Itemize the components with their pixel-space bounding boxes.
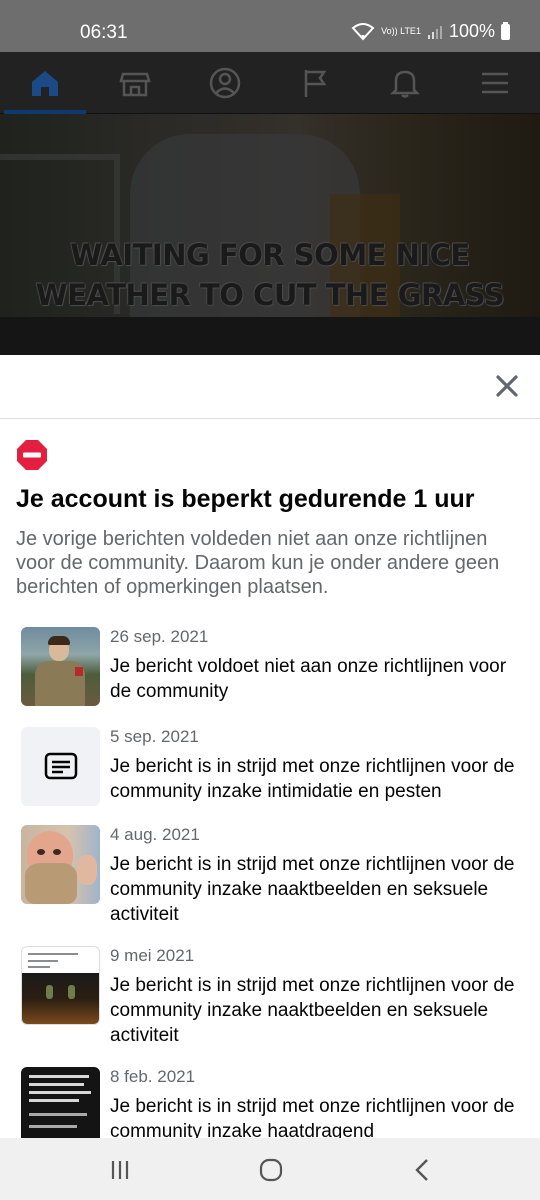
wifi-icon: [351, 22, 375, 40]
system-home-button[interactable]: [257, 1156, 285, 1184]
profile-icon: [209, 67, 241, 99]
video-caption-line1: WAITING FOR SOME NICE: [70, 238, 470, 272]
notifications-bell-icon: [389, 70, 421, 98]
violation-date: 8 feb. 2021: [110, 1067, 196, 1086]
marketplace-icon: [119, 72, 151, 97]
system-back-button[interactable]: [409, 1156, 437, 1184]
nav-profile[interactable]: [180, 52, 270, 114]
violation-date: 9 mei 2021: [110, 946, 195, 965]
nav-home[interactable]: [0, 52, 90, 114]
status-indicators: Vo)) LTE1 100%: [351, 21, 510, 42]
violation-message: Je bericht is in strijd met onze richtli…: [110, 756, 515, 802]
nav-notifications[interactable]: [360, 52, 450, 114]
battery-percent: 100%: [448, 21, 495, 41]
violation-item[interactable]: 9 mei 2021 Je bericht is in strijd met o…: [21, 946, 531, 1046]
restriction-description: Je vorige berichten voldeden niet aan on…: [16, 528, 500, 598]
nav-pages[interactable]: [270, 52, 360, 114]
restriction-title: Je account is beperkt gedurende 1 uur: [16, 485, 475, 513]
battery-icon: [501, 21, 510, 40]
menu-icon: [482, 72, 508, 94]
restriction-sheet: Je account is beperkt gedurende 1 uur Je…: [0, 355, 540, 1138]
sheet-header: [0, 355, 540, 419]
close-icon: [496, 375, 518, 397]
violation-item[interactable]: 8 feb. 2021 Je bericht is in strijd met …: [21, 1067, 531, 1138]
nav-marketplace[interactable]: [90, 52, 180, 114]
nav-menu[interactable]: [450, 52, 540, 114]
violation-date: 4 aug. 2021: [110, 825, 200, 844]
network-label: Vo)) LTE1: [381, 26, 421, 36]
back-icon: [415, 1159, 428, 1181]
post-thumbnail: [21, 1067, 100, 1138]
status-bar: 06:31 Vo)) LTE1 100%: [0, 0, 540, 52]
violation-message: Je bericht is in strijd met onze richtli…: [110, 1096, 515, 1138]
background-feed: WAITING FOR SOME NICE WEATHER TO CUT THE…: [0, 52, 540, 355]
text-post-thumbnail: [21, 727, 100, 806]
system-nav-bar: [0, 1138, 540, 1200]
recents-button[interactable]: [106, 1156, 134, 1184]
home-circle-icon: [259, 1158, 283, 1182]
feed-video[interactable]: WAITING FOR SOME NICE WEATHER TO CUT THE…: [0, 114, 540, 355]
close-button[interactable]: [492, 371, 522, 401]
video-bottom-strip: [0, 317, 540, 355]
pages-flag-icon: [304, 70, 327, 97]
violation-date: 26 sep. 2021: [110, 627, 209, 646]
text-post-icon: [44, 752, 77, 779]
app-nav-bar: [0, 52, 540, 114]
violation-message: Je bericht voldoet niet aan onze richtli…: [110, 656, 507, 702]
home-icon: [32, 71, 58, 96]
violation-item[interactable]: 4 aug. 2021 Je bericht is in strijd met …: [21, 825, 531, 925]
recents-icon: [111, 1161, 129, 1179]
post-thumbnail: [21, 825, 100, 904]
video-caption-line2: WEATHER TO CUT THE GRASS: [35, 278, 505, 312]
violation-item[interactable]: 26 sep. 2021 Je bericht voldoet niet aan…: [21, 627, 531, 706]
violation-message: Je bericht is in strijd met onze richtli…: [110, 975, 515, 1046]
violation-date: 5 sep. 2021: [110, 727, 199, 746]
post-thumbnail: [21, 946, 100, 1025]
post-thumbnail: [21, 627, 100, 706]
violation-message: Je bericht is in strijd met onze richtli…: [110, 854, 515, 925]
status-time: 06:31: [80, 22, 128, 43]
stop-icon: [17, 440, 47, 470]
signal-icon: [427, 25, 442, 39]
